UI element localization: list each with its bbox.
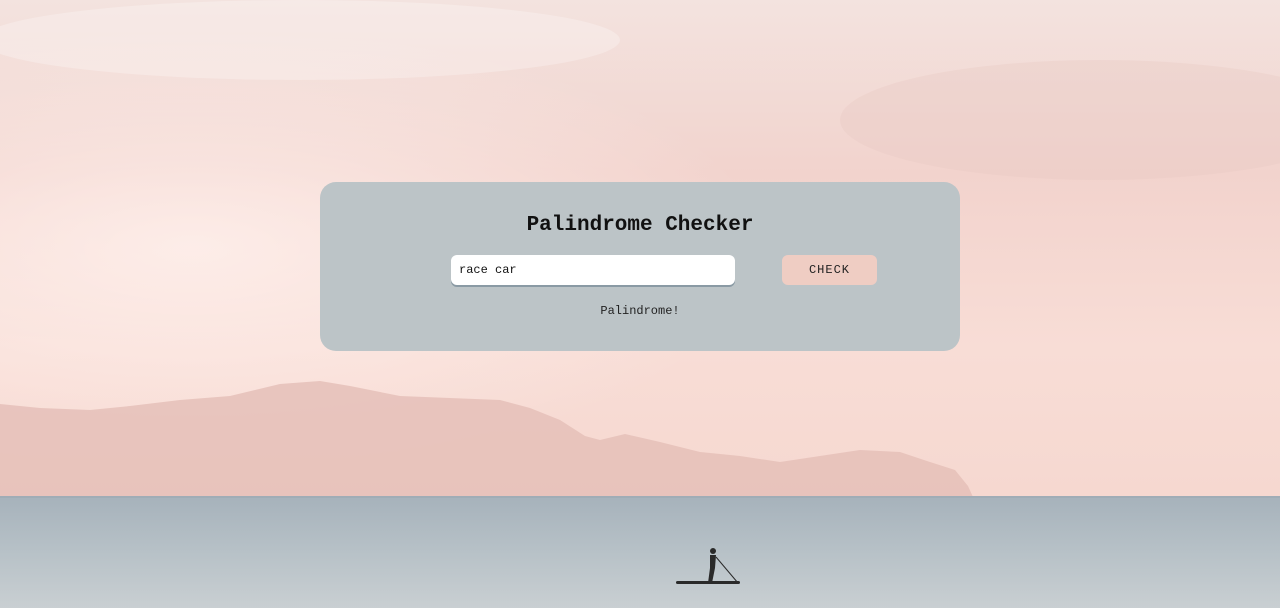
palindrome-card: Palindrome Checker CHECK Palindrome! [320,182,960,351]
check-button[interactable]: CHECK [782,255,877,285]
result-text: Palindrome! [600,304,680,318]
page-title: Palindrome Checker [526,214,754,237]
text-input[interactable] [451,255,735,285]
